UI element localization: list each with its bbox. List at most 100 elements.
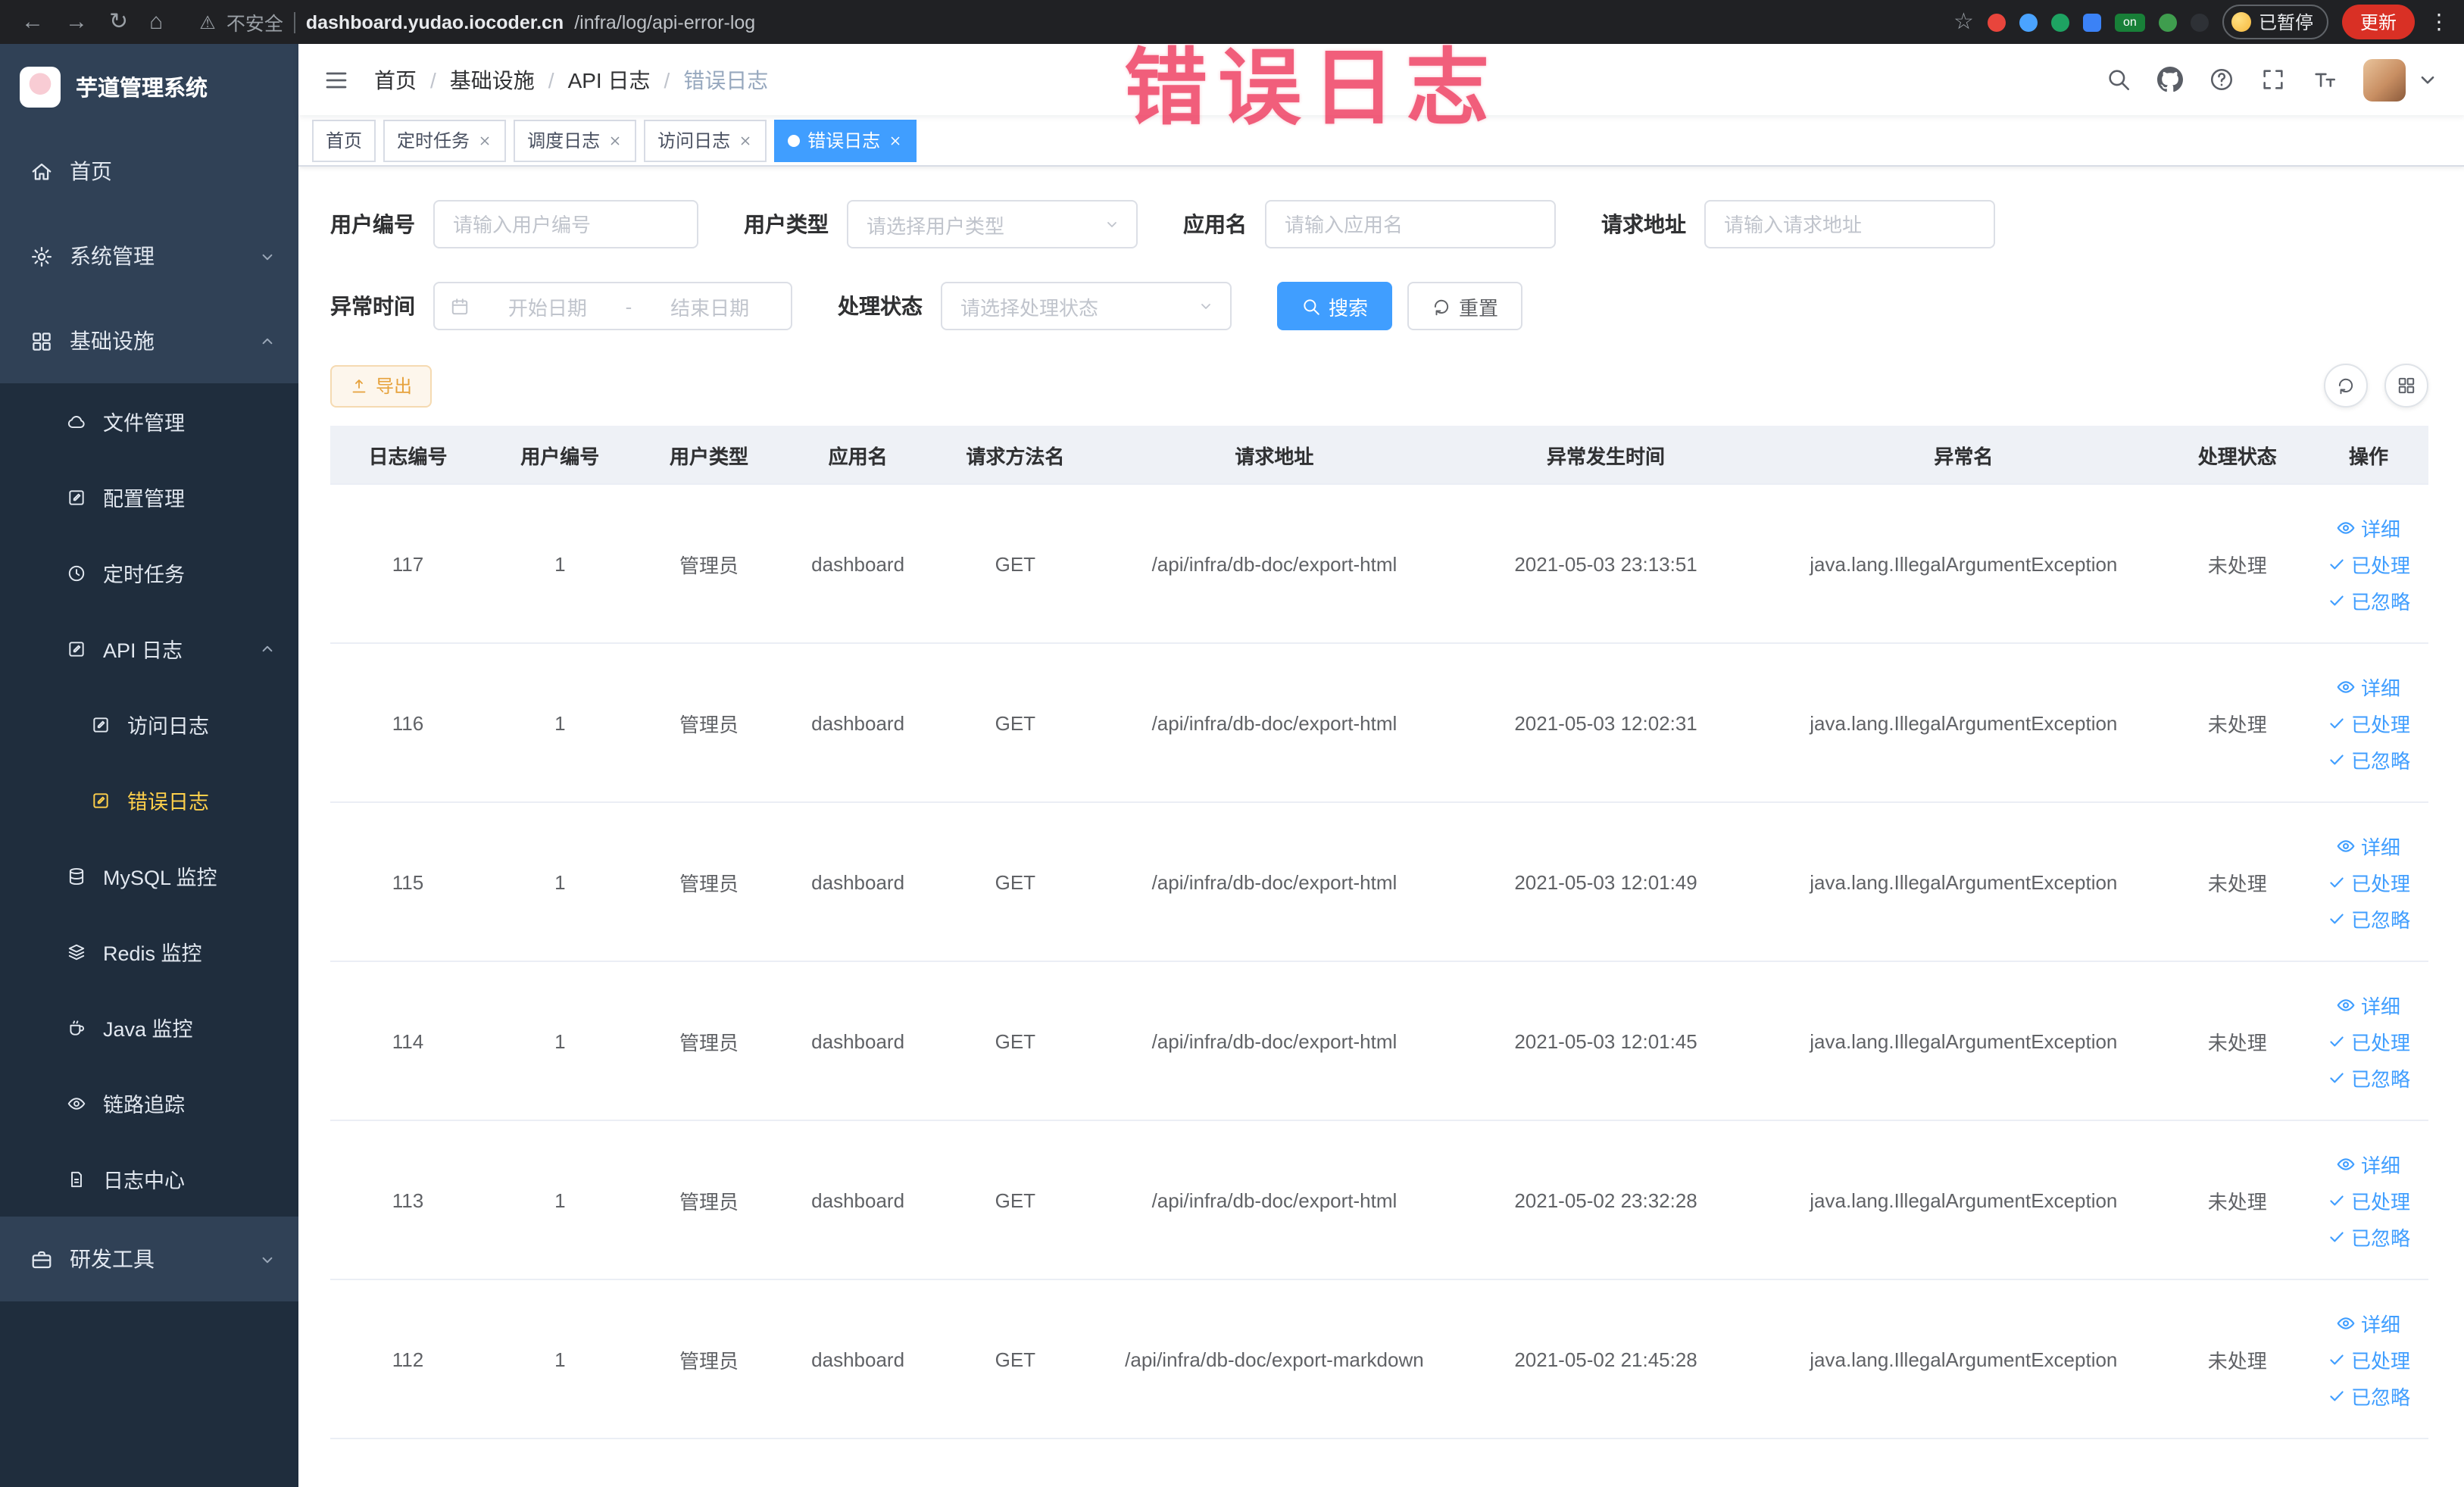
export-button[interactable]: 导出 — [330, 364, 433, 407]
sidebar-item-label: 定时任务 — [103, 564, 185, 586]
sidebar-item-redis[interactable]: Redis 监控 — [0, 914, 298, 989]
user-type-select[interactable]: 请选择用户类型 — [847, 200, 1138, 248]
extension-paw-icon[interactable] — [2190, 13, 2209, 31]
cell-exception-time: 2021-05-03 12:01:45 — [1451, 961, 1762, 1121]
tab-error-log[interactable]: 错误日志 — [774, 119, 917, 161]
app-logo[interactable]: 芋道管理系统 — [0, 44, 298, 129]
sidebar-item-scheduled-tasks[interactable]: 定时任务 — [0, 535, 298, 611]
font-size-icon[interactable] — [2312, 67, 2338, 92]
detail-link[interactable]: 详细 — [2337, 1149, 2400, 1178]
back-icon[interactable]: ← — [21, 11, 44, 33]
cell-user-id: 1 — [485, 1120, 635, 1280]
mark-ignored-link[interactable]: 已忽略 — [2327, 904, 2410, 932]
sidebar-item-home[interactable]: 首页 — [0, 129, 298, 214]
cell-exception-time: 2021-05-03 23:13:51 — [1451, 484, 1762, 644]
log-center-icon — [67, 1169, 86, 1189]
github-icon[interactable] — [2157, 67, 2183, 92]
mark-processed-link[interactable]: 已处理 — [2327, 1026, 2410, 1055]
mark-processed-link[interactable]: 已处理 — [2327, 1345, 2410, 1373]
breadcrumb-item[interactable]: API 日志 — [568, 64, 651, 95]
tab-dispatch-log[interactable]: 调度日志 — [514, 119, 637, 161]
close-icon[interactable] — [607, 133, 623, 148]
detail-link[interactable]: 详细 — [2337, 672, 2400, 701]
mark-processed-link[interactable]: 已处理 — [2327, 867, 2410, 896]
browser-menu-icon[interactable]: ⋮ — [2428, 9, 2450, 35]
mark-ignored-link[interactable]: 已忽略 — [2327, 586, 2410, 614]
cell-user-id: 1 — [485, 643, 635, 803]
sidebar-item-java[interactable]: Java 监控 — [0, 989, 298, 1065]
mark-processed-link[interactable]: 已处理 — [2327, 549, 2410, 578]
check-icon — [2327, 749, 2347, 769]
sidebar-item-config[interactable]: 配置管理 — [0, 459, 298, 535]
detail-link[interactable]: 详细 — [2337, 990, 2400, 1019]
mark-ignored-link[interactable]: 已忽略 — [2327, 1063, 2410, 1092]
trace-icon — [67, 1093, 86, 1113]
sidebar-item-error-log[interactable]: 错误日志 — [0, 762, 298, 838]
sidebar-item-file-manage[interactable]: 文件管理 — [0, 383, 298, 459]
help-icon[interactable] — [2209, 67, 2234, 92]
sidebar-item-devtools[interactable]: 研发工具 — [0, 1217, 298, 1301]
request-url-input[interactable] — [1704, 200, 1995, 248]
cell-user-type: 管理员 — [634, 484, 784, 644]
mark-ignored-link[interactable]: 已忽略 — [2327, 1222, 2410, 1251]
reload-icon[interactable]: ↻ — [109, 11, 128, 33]
detail-link[interactable]: 详细 — [2337, 513, 2400, 542]
browser-home-icon[interactable]: ⌂ — [149, 11, 163, 33]
cell-app-name: dashboard — [783, 1279, 932, 1439]
url-domain: dashboard.yudao.iocoder.cn — [305, 11, 564, 33]
app-name-input[interactable] — [1265, 200, 1556, 248]
close-icon[interactable] — [477, 133, 492, 148]
close-icon[interactable] — [888, 133, 903, 148]
chevron-down-icon — [1197, 297, 1215, 315]
tab-scheduled-tasks[interactable]: 定时任务 — [383, 119, 507, 161]
bookmark-star-icon[interactable]: ☆ — [1953, 11, 1974, 33]
tab-label: 定时任务 — [397, 130, 470, 152]
extension-leaf-icon[interactable] — [2158, 13, 2177, 31]
refresh-table-button[interactable] — [2324, 364, 2368, 408]
search-button[interactable]: 搜索 — [1277, 282, 1393, 330]
reset-button[interactable]: 重置 — [1407, 282, 1523, 330]
user-menu[interactable] — [2363, 58, 2441, 101]
breadcrumb-separator: / — [664, 67, 670, 92]
mark-ignored-link[interactable]: 已忽略 — [2327, 745, 2410, 773]
refresh-icon — [1432, 296, 1451, 316]
extension-grid-icon[interactable] — [2082, 13, 2101, 31]
status-select[interactable]: 请选择处理状态 — [941, 282, 1232, 330]
sidebar-toggle-icon[interactable] — [323, 66, 350, 93]
close-icon[interactable] — [738, 133, 753, 148]
sidebar-item-log-center[interactable]: 日志中心 — [0, 1141, 298, 1217]
tab-home[interactable]: 首页 — [312, 119, 376, 161]
sidebar-item-system[interactable]: 系统管理 — [0, 214, 298, 298]
update-button[interactable]: 更新 — [2341, 5, 2415, 39]
browser-chrome: ← → ↻ ⌂ ⚠ 不安全 dashboard.yudao.iocoder.cn… — [0, 0, 2464, 44]
user-id-input[interactable] — [433, 200, 698, 248]
paused-extension-badge[interactable]: 已暂停 — [2222, 5, 2328, 39]
detail-link[interactable]: 详细 — [2337, 831, 2400, 860]
sidebar-item-mysql[interactable]: MySQL 监控 — [0, 838, 298, 914]
extension-on-badge[interactable]: on — [2114, 13, 2145, 31]
breadcrumb-separator: / — [430, 67, 436, 92]
fullscreen-icon[interactable] — [2260, 67, 2286, 92]
breadcrumb-item[interactable]: 基础设施 — [450, 64, 535, 95]
sidebar-item-access-log[interactable]: 访问日志 — [0, 686, 298, 762]
address-bar[interactable]: ⚠ 不安全 dashboard.yudao.iocoder.cn/infra/l… — [199, 8, 1941, 36]
sidebar-item-trace[interactable]: 链路追踪 — [0, 1065, 298, 1141]
mark-ignored-link[interactable]: 已忽略 — [2327, 1381, 2410, 1410]
mark-processed-link[interactable]: 已处理 — [2327, 1186, 2410, 1214]
sidebar-item-api-log[interactable]: API 日志 — [0, 611, 298, 686]
extension-blue-icon[interactable] — [2019, 13, 2038, 31]
breadcrumb-item[interactable]: 首页 — [374, 64, 417, 95]
mark-processed-link[interactable]: 已处理 — [2327, 708, 2410, 737]
date-range-picker[interactable]: 开始日期 - 结束日期 — [433, 282, 792, 330]
search-icon[interactable] — [2106, 67, 2131, 92]
extension-green-icon[interactable] — [2050, 13, 2069, 31]
column-settings-button[interactable] — [2384, 364, 2428, 408]
tab-access-log[interactable]: 访问日志 — [644, 119, 767, 161]
extension-red-icon[interactable] — [1987, 13, 2006, 31]
forward-icon[interactable]: → — [65, 11, 88, 33]
detail-link[interactable]: 详细 — [2337, 1308, 2400, 1337]
sidebar-item-infra[interactable]: 基础设施 — [0, 298, 298, 383]
request-url-label: 请求地址 — [1601, 212, 1686, 236]
main-area: 首页 / 基础设施 / API 日志 / 错误日志 首页 定时任务 调度日志 访… — [298, 44, 2464, 1487]
check-icon — [2327, 908, 2347, 928]
